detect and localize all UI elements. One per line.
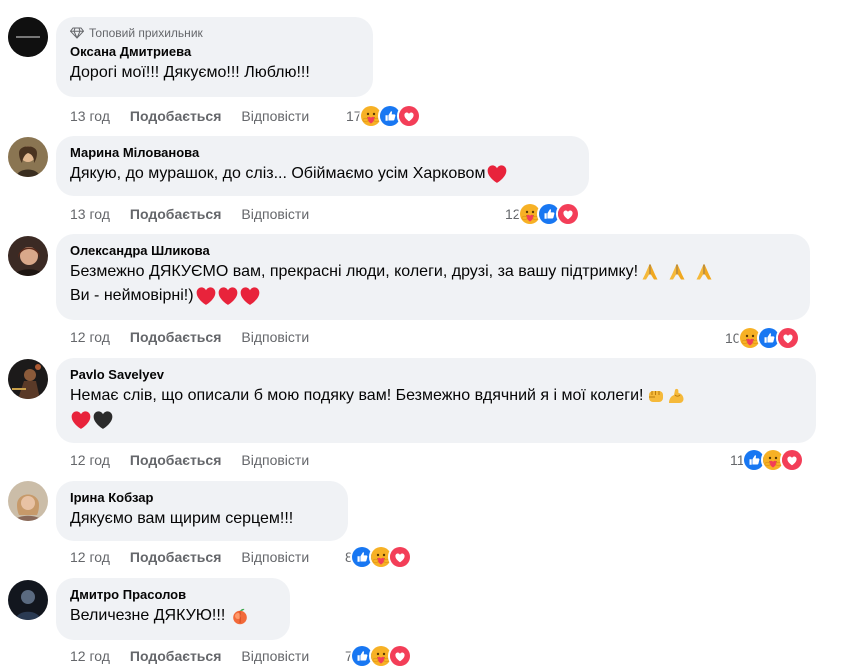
reply-button[interactable]: Відповісти [241,549,309,565]
reaction-summary[interactable]: 10 [725,326,800,350]
like-button[interactable]: Подобається [130,108,221,124]
comment-bubble: Дмитро Прасолов Величезне ДЯКУЮ!!! [56,578,290,640]
comment-time[interactable]: 12 год [70,329,110,345]
reaction-summary[interactable]: 12 [505,202,580,226]
like-button[interactable]: Подобається [130,206,221,222]
love-reaction-icon [387,545,412,569]
peach-icon [230,606,250,626]
top-fan-badge: Топовий прихильник [70,26,361,40]
red-heart-icon [195,285,217,307]
comment-bubble: Топовий прихильник Оксана Дмитриева Доро… [56,17,373,97]
comment-author[interactable]: Дмитро Прасолов [70,586,278,603]
diamond-icon [70,27,84,39]
comment-text: Дякуємо вам щирим серцем!!! [70,510,294,527]
comment-text: Дякую, до мурашок, до сліз... Обіймаємо … [70,162,577,186]
avatar[interactable] [8,17,48,57]
reply-button[interactable]: Відповісти [241,108,309,124]
comment-actions: 12 год Подобається Відповісти [70,327,329,347]
red-heart-icon [70,409,92,431]
comment-author[interactable]: Олександра Шликова [70,242,798,259]
avatar[interactable] [8,359,48,399]
love-reaction-icon [555,202,580,226]
comment-text: Дорогі мої!!! Дякуємо!!! Люблю!!! [70,64,310,81]
comment-time[interactable]: 13 год [70,206,110,222]
comment-bubble: Олександра Шликова Безмежно ДЯКУЄМО вам,… [56,234,810,320]
love-reaction-icon [775,326,800,350]
comment-author[interactable]: Ірина Кобзар [70,489,336,506]
comment-text: Величезне ДЯКУЮ!!! [70,604,278,628]
comment-bubble: Ірина Кобзар Дякуємо вам щирим серцем!!! [56,481,348,541]
comment-time[interactable]: 12 год [70,452,110,468]
comment-time[interactable]: 12 год [70,549,110,565]
comment-author[interactable]: Pavlo Savelyev [70,366,804,383]
red-heart-icon [239,285,261,307]
avatar[interactable] [8,580,48,620]
avatar[interactable] [8,236,48,276]
comment-text: Безмежно ДЯКУЄМО вам, прекрасні люди, ко… [70,260,798,308]
red-heart-icon [486,163,508,185]
comment-bubble: Pavlo Savelyev Немає слів, що описали б … [56,358,816,443]
reply-button[interactable]: Відповісти [241,648,309,664]
comment-author[interactable]: Марина Мілованова [70,144,577,161]
like-button[interactable]: Подобається [130,549,221,565]
raised-fist-icon [646,386,666,406]
avatar[interactable] [8,481,48,521]
reaction-summary[interactable]: 11 [730,448,804,472]
reply-button[interactable]: Відповісти [241,452,309,468]
flexed-biceps-icon [666,386,686,406]
reply-button[interactable]: Відповісти [241,206,309,222]
comment-author[interactable]: Оксана Дмитриева [70,43,361,60]
love-reaction-icon [396,104,421,128]
reaction-summary[interactable]: 8 [345,545,412,569]
avatar[interactable] [8,137,48,177]
reaction-summary[interactable]: 7 [345,644,412,668]
comment-text: Немає слів, що описали б мою подяку вам!… [70,384,804,432]
folded-hands-icon [694,262,714,282]
love-reaction-icon [779,448,804,472]
folded-hands-icon [640,262,660,282]
reaction-summary[interactable]: 17 [346,104,421,128]
like-button[interactable]: Подобається [130,648,221,664]
love-reaction-icon [387,644,412,668]
folded-hands-icon [667,262,687,282]
red-heart-icon [217,285,239,307]
like-button[interactable]: Подобається [130,452,221,468]
comment-time[interactable]: 13 год [70,108,110,124]
reply-button[interactable]: Відповісти [241,329,309,345]
comment-actions: 13 год Подобається Відповісти [70,106,329,126]
comment-actions: 13 год Подобається Відповісти [70,204,329,224]
comment-bubble: Марина Мілованова Дякую, до мурашок, до … [56,136,589,196]
black-heart-icon [92,409,114,431]
comment-actions: 12 год Подобається Відповісти [70,646,329,666]
comment-time[interactable]: 12 год [70,648,110,664]
comment-actions: 12 год Подобається Відповісти [70,547,329,567]
like-button[interactable]: Подобається [130,329,221,345]
badge-label: Топовий прихильник [89,26,203,40]
comment-actions: 12 год Подобається Відповісти [70,450,329,470]
